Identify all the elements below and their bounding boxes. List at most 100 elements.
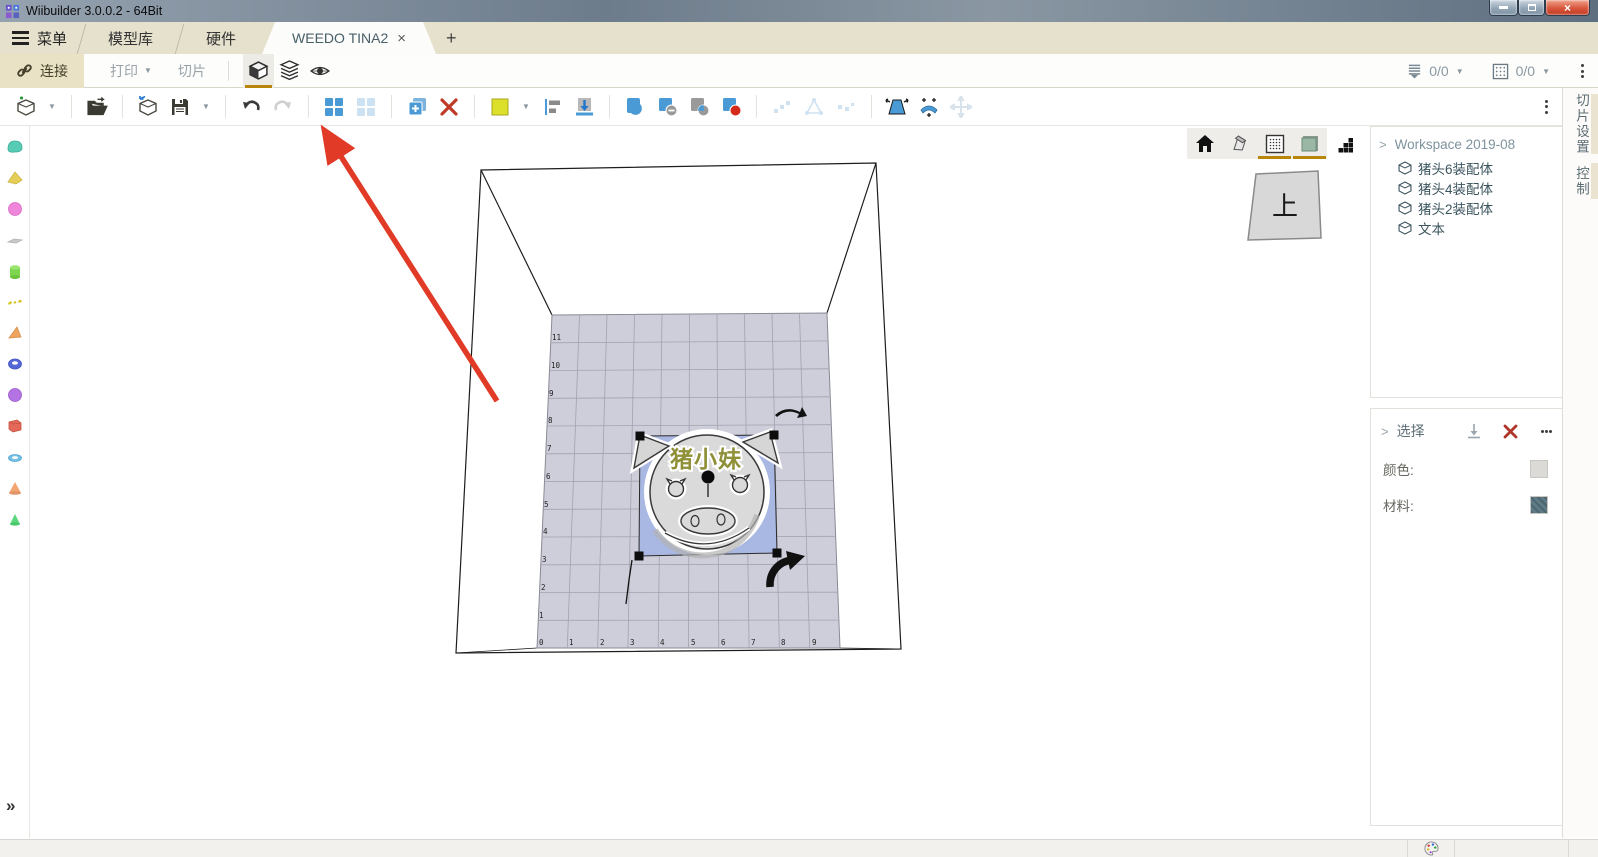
shape-orange-wedge[interactable] [2, 317, 28, 348]
toolbar-more-button[interactable] [1540, 97, 1552, 116]
slice-settings-label: 切片设置 [1571, 93, 1591, 155]
home-view-button[interactable] [1187, 128, 1222, 159]
center-tool-button[interactable] [948, 93, 974, 121]
counters-group: 0/0 ▼ 0/0 ▼ [1407, 54, 1588, 88]
boolean-subtract-button[interactable] [654, 93, 680, 121]
caret-down-icon[interactable]: ▼ [1456, 67, 1464, 76]
duplicate-button[interactable] [404, 93, 430, 121]
undo-button[interactable] [238, 93, 264, 121]
sidebar-expand-button[interactable]: » [6, 796, 15, 816]
solid-cube-icon [1299, 133, 1321, 155]
print-button[interactable]: 打印 ▼ [110, 61, 152, 81]
pig-right-eye [730, 475, 751, 496]
shape-gray-plate[interactable] [2, 224, 28, 255]
selection-more-button[interactable] [1540, 427, 1552, 435]
grid-plate-icon [1265, 134, 1285, 154]
redo-button[interactable] [270, 93, 296, 121]
tab-model-library[interactable]: 模型库 [82, 22, 179, 54]
workspace-tree: 猪头6装配体 猪头4装配体 猪头2装配体 文本 [1371, 158, 1562, 238]
union-icon [625, 96, 646, 117]
shape-yellow-wedge[interactable] [2, 162, 28, 193]
material-swatch[interactable] [1530, 496, 1548, 514]
support-tree-button[interactable] [801, 93, 827, 121]
save-button[interactable] [167, 93, 193, 121]
arrange-grid-icon [324, 97, 344, 117]
shape-green-cone[interactable] [2, 503, 28, 534]
minimize-button[interactable] [1489, 0, 1518, 16]
chevron-right-icon[interactable]: > [1381, 424, 1389, 439]
support-point-button[interactable] [769, 93, 795, 121]
divider [474, 95, 475, 118]
visibility-mode-button[interactable] [305, 54, 336, 88]
new-tab-button[interactable]: + [436, 22, 467, 54]
color-swatch[interactable] [1530, 460, 1548, 478]
divider [756, 95, 757, 118]
layer-view-mode-button[interactable] [274, 54, 305, 88]
close-window-button[interactable]: × [1545, 0, 1590, 16]
open-file-button[interactable] [84, 93, 110, 121]
export-cube-icon [137, 96, 159, 118]
shape-blue-torus[interactable] [2, 348, 28, 379]
tree-item-assembly6[interactable]: 猪头6装配体 [1398, 158, 1562, 178]
solid-view-button[interactable] [1292, 128, 1327, 159]
caret-down-icon[interactable]: ▼ [1542, 67, 1550, 76]
add-model-dropdown[interactable]: ▼ [45, 93, 59, 121]
close-icon: × [1564, 3, 1571, 13]
slice-settings-tab[interactable]: 切片设置 [1563, 92, 1598, 156]
tree-item-assembly2[interactable]: 猪头2装配体 [1398, 198, 1562, 218]
center-cross-disabled-icon [950, 96, 972, 118]
tab-hardware[interactable]: 硬件 [180, 22, 262, 54]
model-color-button[interactable] [487, 93, 513, 121]
boolean-intersect-button[interactable] [686, 93, 712, 121]
shape-pink-sphere[interactable] [2, 193, 28, 224]
grid-row-label: 1 [539, 611, 544, 620]
bend-tool-button[interactable] [916, 93, 942, 121]
view-cube[interactable]: 上 [1248, 171, 1321, 240]
scale-tool-button[interactable] [884, 93, 910, 121]
grid-row-label: 3 [542, 555, 547, 564]
shape-orange-cone[interactable] [2, 472, 28, 503]
support-remove-button[interactable] [833, 93, 859, 121]
workspace-header[interactable]: > Workspace 2019-08 [1371, 127, 1562, 158]
add-model-button[interactable] [13, 93, 39, 121]
boolean-exclude-button[interactable] [718, 93, 744, 121]
shape-cyan-ring[interactable] [2, 441, 28, 472]
export-model-button[interactable] [135, 93, 161, 121]
perspective-view-button[interactable] [1222, 128, 1257, 159]
palette-icon[interactable] [1424, 841, 1439, 856]
shape-red-cube[interactable] [2, 410, 28, 441]
view-3d-mode-button[interactable] [243, 54, 274, 88]
delete-button[interactable] [436, 93, 462, 121]
tab-weedo-tina2[interactable]: WEEDO TINA2 × [262, 22, 436, 54]
shape-teal-rounded-block[interactable] [2, 131, 28, 162]
3d-viewport[interactable]: 11 10 9 8 7 6 5 4 3 2 1 0 1 2 3 4 5 [30, 126, 1370, 838]
connectbar-more-button[interactable] [1576, 62, 1588, 81]
material-label: 材料: [1383, 495, 1414, 515]
arrange-selection-button[interactable] [353, 93, 379, 121]
arrange-all-button[interactable] [321, 93, 347, 121]
align-button[interactable] [539, 93, 565, 121]
grid-view-button[interactable] [1257, 128, 1292, 159]
menu-button[interactable]: 菜单 [0, 22, 81, 54]
save-dropdown[interactable]: ▼ [199, 93, 213, 121]
slice-button[interactable]: 切片 [178, 61, 206, 81]
divider [308, 95, 309, 118]
grid-col-label: 2 [600, 638, 605, 647]
tree-item-text[interactable]: 文本 [1398, 218, 1562, 238]
maximize-button[interactable] [1518, 0, 1545, 16]
shape-green-cylinder[interactable] [2, 255, 28, 286]
tab-close-icon[interactable]: × [397, 30, 406, 47]
delete-selection-button[interactable] [1503, 424, 1518, 439]
drop-to-platform-button[interactable] [571, 93, 597, 121]
tree-item-assembly4[interactable]: 猪头4装配体 [1398, 178, 1562, 198]
model-color-dropdown[interactable]: ▼ [519, 93, 533, 121]
control-tab[interactable]: 控制 [1563, 161, 1598, 201]
connect-button[interactable]: 连接 [0, 54, 84, 88]
drop-selection-button[interactable] [1467, 423, 1481, 440]
shape-purple-sphere[interactable] [2, 379, 28, 410]
shape-yellow-text-marks[interactable] [2, 286, 28, 317]
connect-toolbar: 连接 打印 ▼ 切片 [0, 54, 1598, 88]
caret-down-icon: ▼ [144, 66, 152, 75]
boolean-union-button[interactable] [622, 93, 648, 121]
statistics-view-button[interactable] [1327, 128, 1362, 159]
